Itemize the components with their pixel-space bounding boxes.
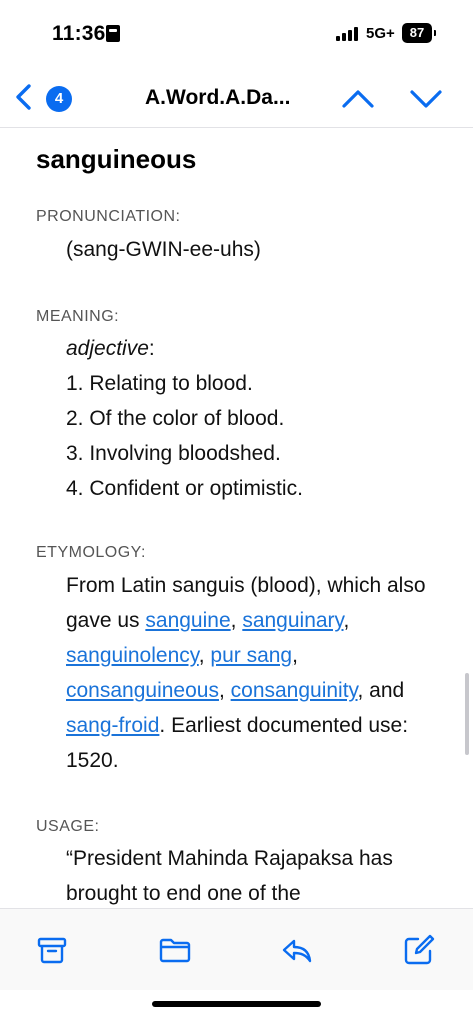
network-label: 5G+: [366, 25, 395, 42]
link-consanguineous[interactable]: consanguineous: [66, 679, 219, 702]
compose-icon[interactable]: [402, 933, 436, 967]
unread-count-badge[interactable]: 4: [46, 86, 72, 112]
folder-icon[interactable]: [158, 933, 192, 967]
link-consanguinity[interactable]: consanguinity: [231, 679, 358, 702]
meaning-item: 4. Confident or optimistic.: [66, 477, 303, 500]
usage-label: USAGE:: [36, 818, 100, 835]
battery-icon: 87: [402, 23, 436, 43]
bottom-toolbar: [0, 908, 473, 990]
headword: sanguineous: [36, 144, 197, 174]
meaning-item: 3. Involving bloodshed.: [66, 442, 281, 465]
etymology-and: , and: [357, 679, 405, 702]
link-pur-sang[interactable]: pur sang: [210, 644, 292, 667]
home-indicator[interactable]: [152, 1001, 321, 1007]
link-sanguine[interactable]: sanguine: [145, 609, 230, 632]
id-card-icon: [106, 25, 120, 42]
part-of-speech-line: adjective:: [66, 337, 155, 360]
part-of-speech: adjective: [66, 337, 149, 360]
scroll-indicator[interactable]: [465, 673, 469, 755]
mailbox-title: A.Word.A.Da...: [145, 86, 291, 109]
back-chevron-icon[interactable]: [12, 82, 36, 112]
status-time: 11:36: [52, 22, 106, 45]
link-sanguinolency[interactable]: sanguinolency: [66, 644, 199, 667]
pronunciation-label: PRONUNCIATION:: [36, 208, 181, 225]
next-message-chevron-down-icon[interactable]: [408, 84, 444, 114]
meaning-list: adjective: 1. Relating to blood. 2. Of t…: [66, 331, 436, 506]
etymology-label: ETYMOLOGY:: [36, 544, 146, 561]
link-sang-froid[interactable]: sang-froid: [66, 714, 159, 737]
status-bar: 11:36 5G+ 87: [0, 0, 473, 66]
pronunciation-text: (sang-GWIN-ee-uhs): [66, 238, 261, 261]
meaning-item: 1. Relating to blood.: [66, 372, 253, 395]
archive-icon[interactable]: [35, 933, 69, 967]
meaning-item: 2. Of the color of blood.: [66, 407, 285, 430]
link-sanguinary[interactable]: sanguinary: [242, 609, 343, 632]
previous-message-chevron-up-icon[interactable]: [340, 84, 376, 114]
signal-icon: [336, 27, 358, 41]
etymology-text: From Latin sanguis (blood), which also g…: [66, 574, 426, 772]
message-body[interactable]: sanguineous PRONUNCIATION: (sang-GWIN-ee…: [0, 128, 473, 908]
meaning-label: MEANING:: [36, 308, 120, 325]
reply-icon[interactable]: [280, 933, 314, 967]
mail-nav-bar: 4 A.Word.A.Da...: [0, 66, 473, 128]
usage-text: “President Mahinda Rajapaksa has brought…: [66, 847, 393, 905]
